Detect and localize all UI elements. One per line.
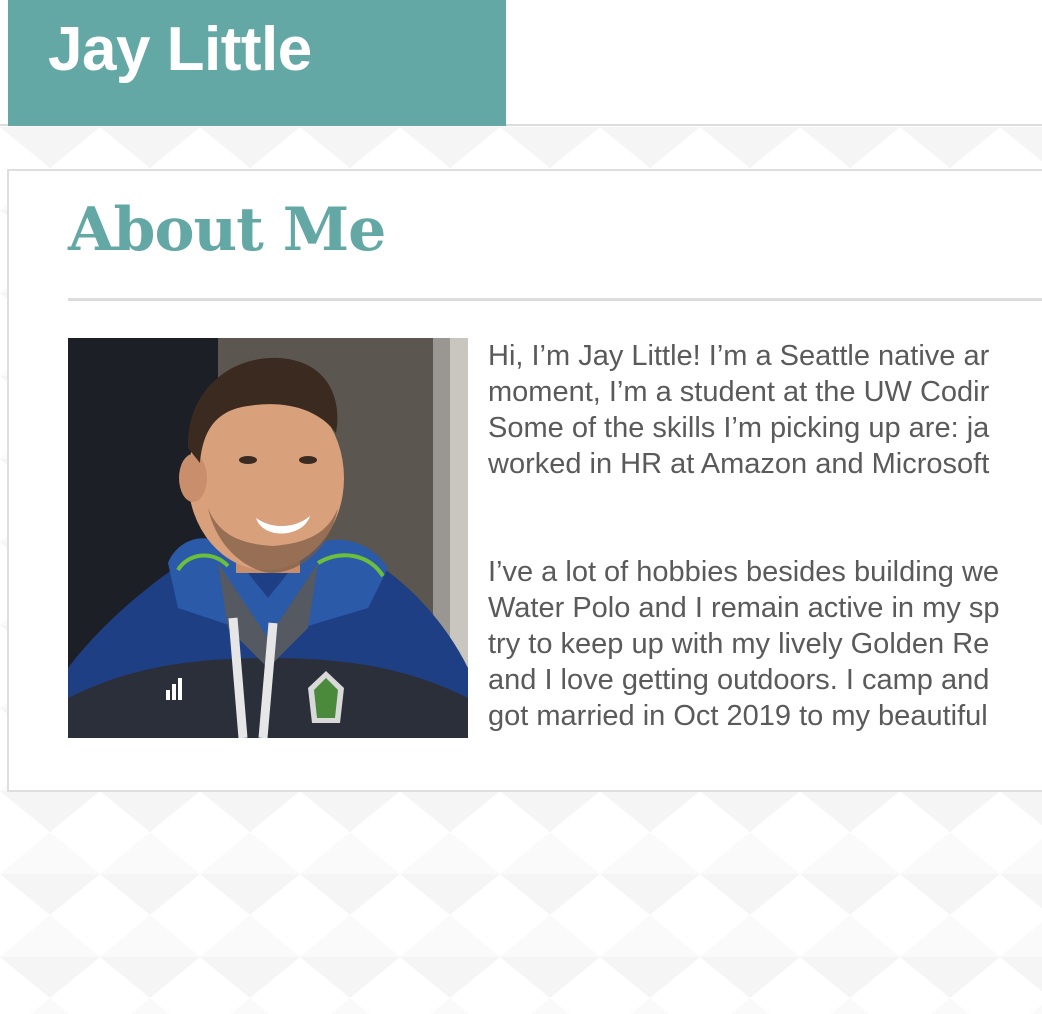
site-title[interactable]: Jay Little <box>48 14 312 86</box>
about-text: Hi, I’m Jay Little! I’m a Seattle native… <box>488 338 1042 806</box>
section-divider <box>68 298 1042 301</box>
about-section: About Me Hi, I’m Jay Little! I’m a Seatt… <box>7 169 1042 792</box>
profile-photo <box>68 338 468 738</box>
site-header: Jay Little <box>0 0 1042 126</box>
about-paragraph-2: I’ve a lot of hobbies besides building w… <box>488 556 1000 732</box>
profile-photo-image <box>68 338 468 738</box>
brand-block: Jay Little <box>8 0 506 126</box>
about-heading: About Me <box>68 195 386 265</box>
page: Jay Little About Me Hi, I’m Jay Little! … <box>0 0 1042 1014</box>
about-paragraph-1: Hi, I’m Jay Little! I’m a Seattle native… <box>488 340 990 480</box>
